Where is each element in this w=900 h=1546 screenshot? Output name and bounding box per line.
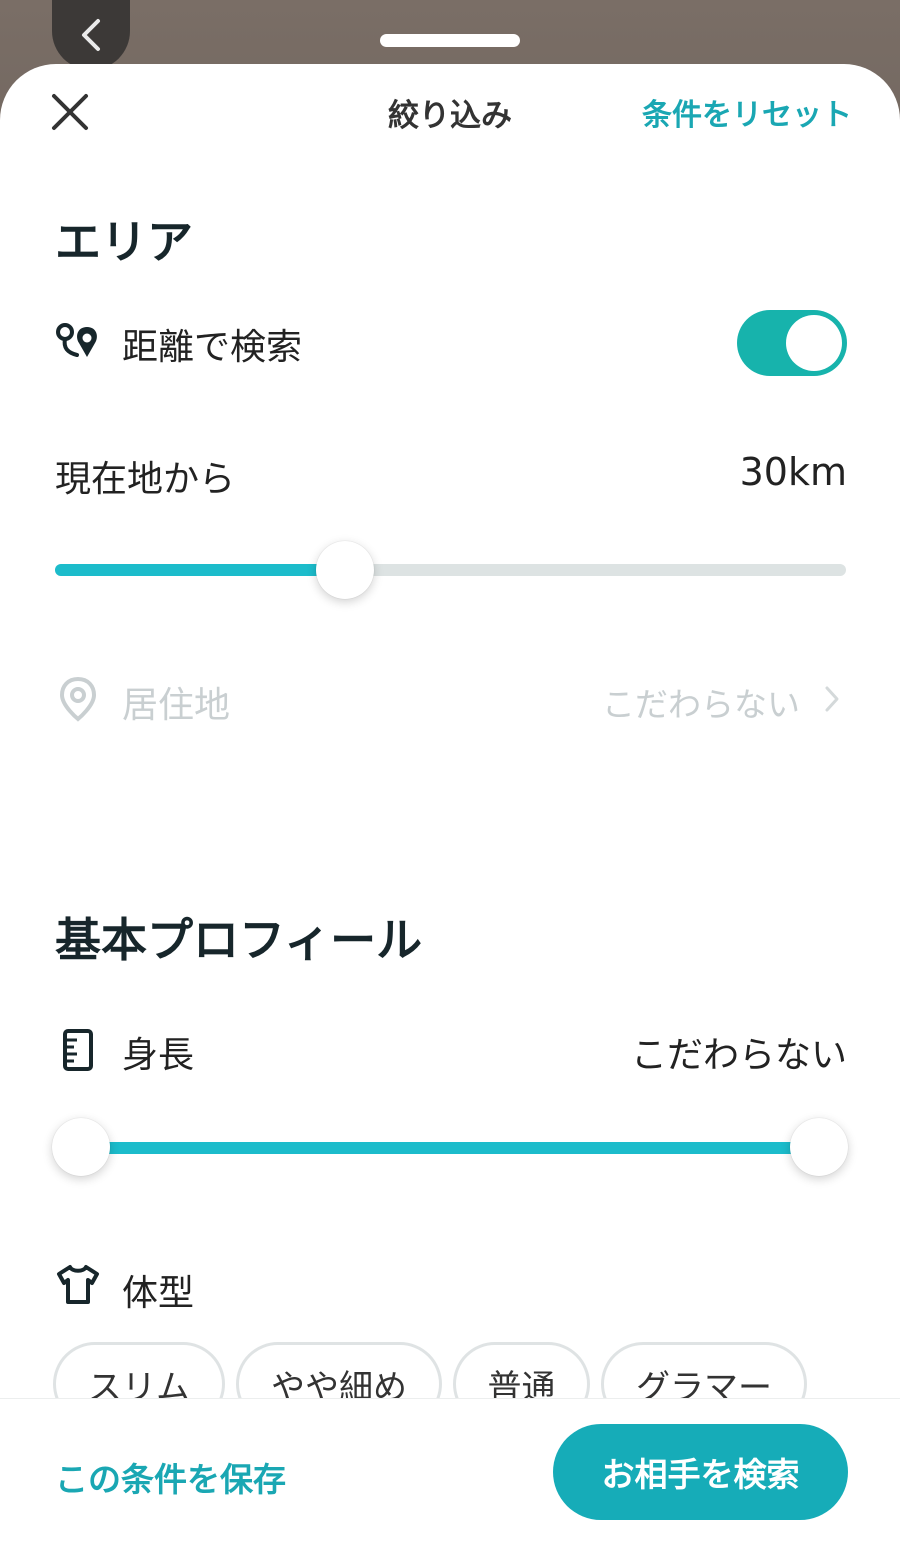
- area-section-title: エリア: [55, 215, 193, 269]
- footer-bar: この条件を保存 お相手を検索: [0, 1398, 900, 1546]
- height-slider-min-thumb[interactable]: [52, 1118, 110, 1176]
- toggle-knob: [786, 315, 842, 371]
- distance-search-label: 距離で検索: [122, 327, 303, 368]
- residence-label: 居住地: [122, 685, 231, 726]
- body-type-label: 体型: [122, 1273, 195, 1314]
- distance-value: 30km: [739, 450, 847, 494]
- height-label: 身長: [122, 1035, 195, 1076]
- reset-button[interactable]: 条件をリセット: [642, 90, 852, 134]
- filter-sheet: 絞り込み 条件をリセット エリア 距離で検索 現在地から 30km 居住地 こだ…: [0, 64, 900, 1546]
- distance-slider-thumb[interactable]: [315, 541, 374, 599]
- ruler-icon: [63, 1029, 93, 1071]
- height-value: こだわらない: [630, 1035, 847, 1076]
- search-partner-button[interactable]: お相手を検索: [553, 1424, 848, 1520]
- map-pin-icon: [59, 676, 97, 722]
- save-conditions-button[interactable]: この条件を保存: [55, 1453, 286, 1501]
- sheet-grabber[interactable]: [380, 34, 520, 47]
- chevron-left-icon: [82, 19, 100, 51]
- location-distance-icon: [56, 323, 97, 357]
- distance-search-toggle[interactable]: [737, 310, 847, 376]
- shirt-icon: [57, 1265, 99, 1304]
- residence-value: こだわらない: [602, 685, 800, 724]
- from-current-label: 現在地から: [55, 459, 236, 500]
- back-button[interactable]: [52, 0, 130, 70]
- basic-profile-section-title: 基本プロフィール: [55, 913, 423, 967]
- chevron-right-icon: [825, 686, 839, 712]
- height-slider-max-thumb[interactable]: [790, 1118, 848, 1176]
- height-slider-fill: [81, 1142, 819, 1154]
- distance-slider-fill: [55, 564, 324, 576]
- sheet-header: 絞り込み 条件をリセット: [0, 64, 900, 164]
